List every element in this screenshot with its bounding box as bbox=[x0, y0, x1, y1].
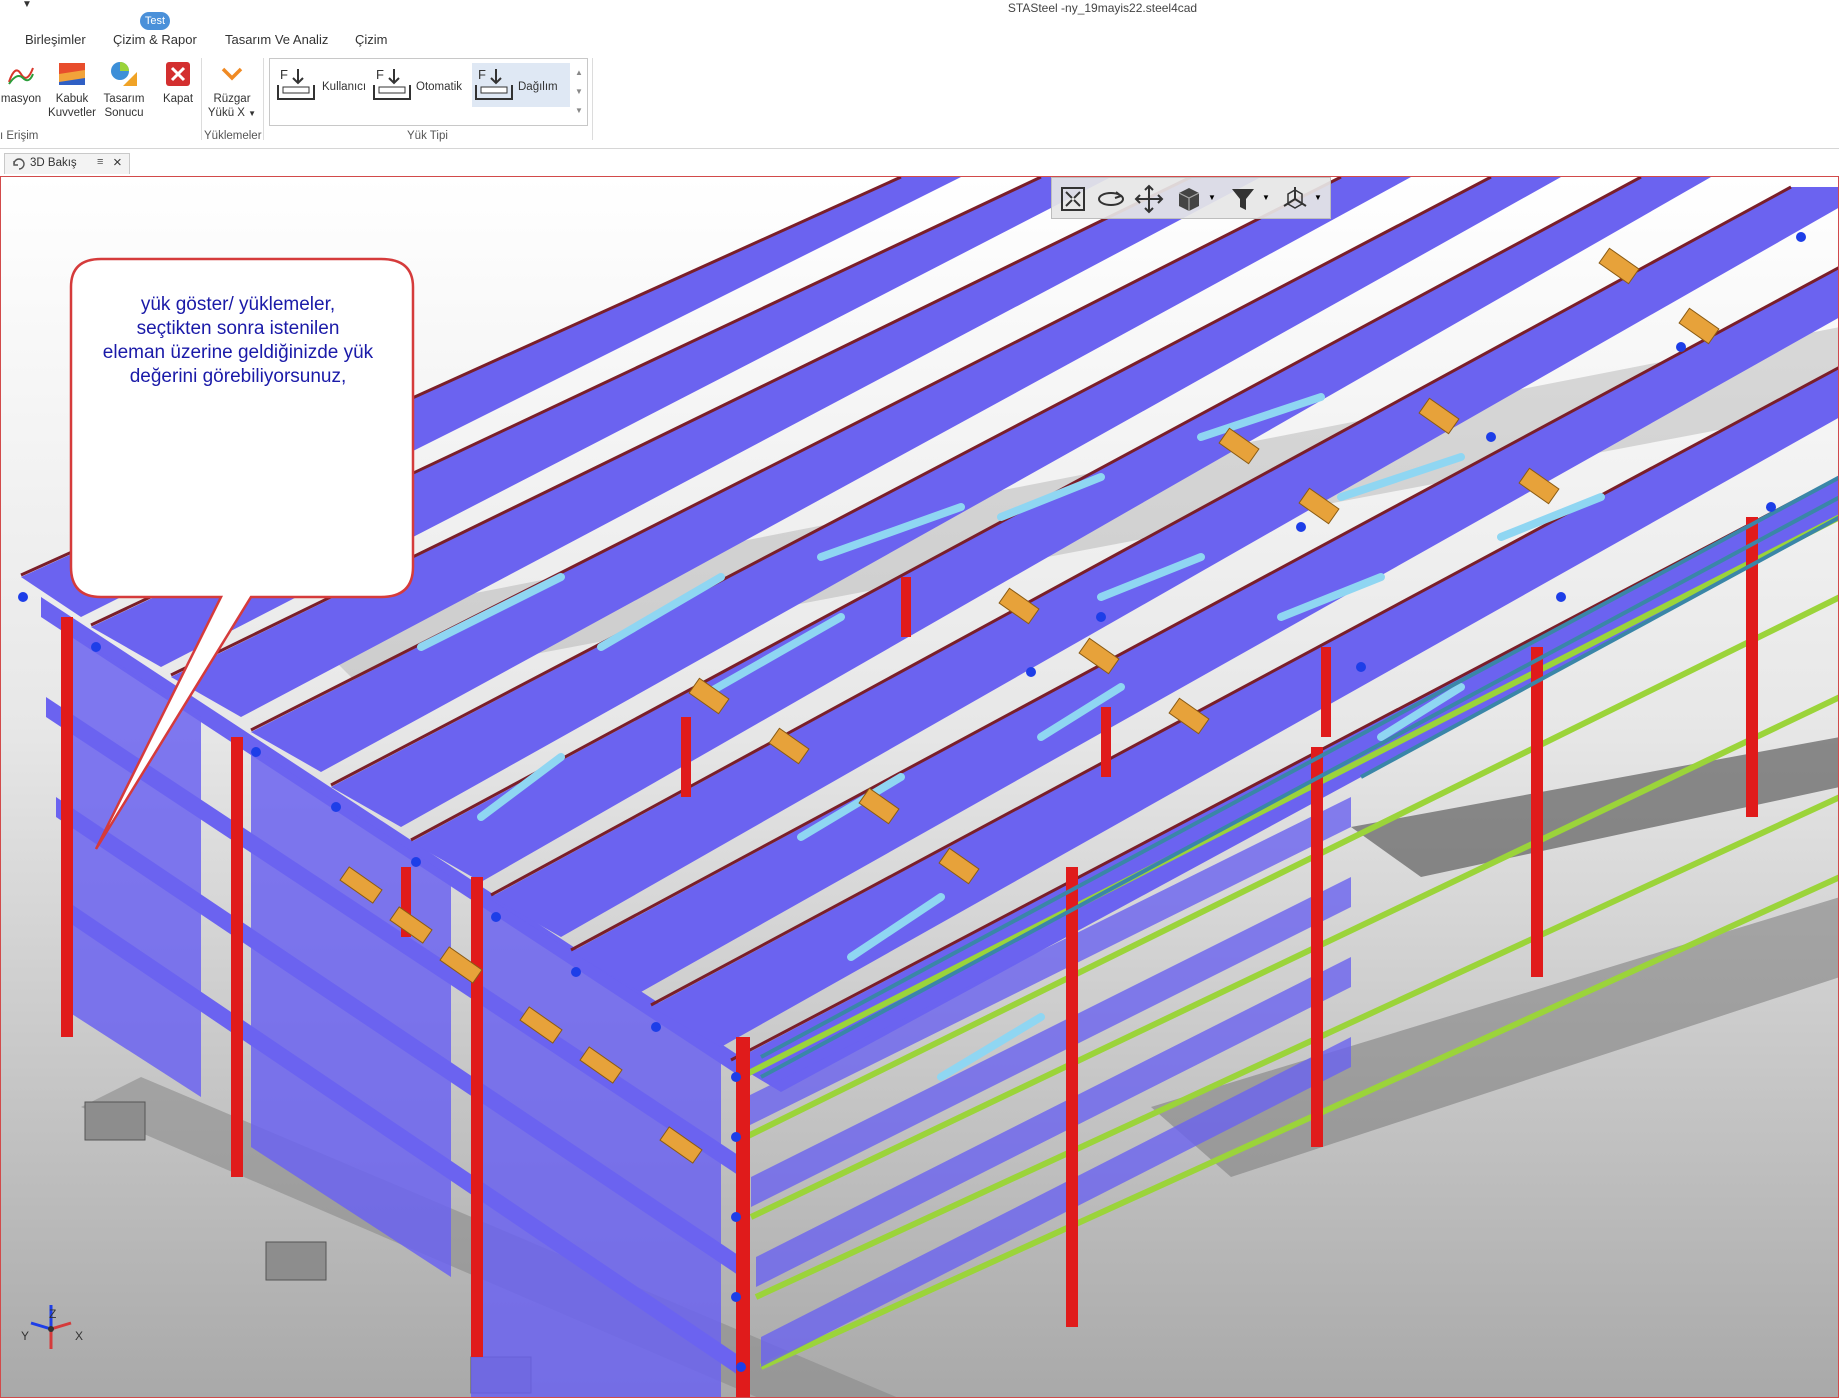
gallery-expand-icon[interactable]: ▼ bbox=[573, 101, 585, 120]
load-type-gallery: F Kullanıcı F Otomatik F Dağılım ▲ ▼ ▼ bbox=[269, 58, 588, 126]
document-tab-strip: 3D Bakış ≡ × bbox=[0, 150, 1839, 175]
tab-3d-bakis[interactable]: 3D Bakış ≡ × bbox=[4, 153, 130, 174]
callout-text: yük göster/ yüklemeler, seçtikten sonra … bbox=[83, 293, 393, 389]
tab-title: 3D Bakış bbox=[30, 157, 77, 169]
chevron-down-icon bbox=[221, 67, 243, 81]
otomatik-label: Otomatik bbox=[416, 81, 463, 93]
svg-text:F: F bbox=[280, 67, 288, 82]
kapat-button[interactable]: Kapat bbox=[158, 60, 198, 106]
view-cube-icon[interactable] bbox=[1174, 184, 1204, 214]
axis-view-icon[interactable] bbox=[1280, 184, 1310, 214]
svg-text:F: F bbox=[478, 67, 486, 82]
kapat-label: Kapat bbox=[162, 93, 194, 105]
dagilim-label: Dağılım bbox=[518, 81, 558, 93]
filter-icon[interactable] bbox=[1228, 184, 1258, 214]
dropdown-arrow-icon[interactable]: ▼ bbox=[1262, 193, 1270, 202]
load-type-dagilim[interactable]: F Dağılım bbox=[472, 63, 570, 107]
axis-z-label: Z bbox=[49, 1307, 57, 1321]
tab-birlesimler[interactable]: Birleşimler bbox=[25, 32, 86, 47]
dropdown-arrow-icon[interactable]: ▼ bbox=[1208, 193, 1216, 202]
kullanici-label: Kullanıcı bbox=[322, 81, 367, 93]
tab-tasarim-ve-analiz[interactable]: Tasarım Ve Analiz bbox=[225, 32, 328, 47]
kabuk-label-2: Kuvvetler bbox=[48, 107, 96, 119]
tasarim-label-2: Sonucu bbox=[104, 107, 144, 119]
ribbon: masyon Kabuk Kuvvetler Tasarım Sonucu Ka… bbox=[0, 52, 1839, 149]
dropdown-arrow-icon: ▼ bbox=[248, 109, 257, 118]
ruzgar-label-2: Yükü X bbox=[207, 107, 245, 119]
design-result-icon bbox=[111, 62, 137, 86]
animation-icon bbox=[8, 67, 34, 85]
load-distribution-icon: F bbox=[475, 67, 513, 100]
3d-view-icon bbox=[13, 158, 25, 170]
ribbon-tab-bar: Birleşimler Çizim & Rapor Tasarım Ve Ana… bbox=[0, 24, 1839, 52]
zoom-extents-icon[interactable] bbox=[1058, 184, 1088, 214]
close-icon[interactable]: × bbox=[113, 154, 122, 171]
ruzgar-yuku-x-button[interactable]: Rüzgar Yükü X ▼ bbox=[204, 60, 260, 121]
close-red-icon bbox=[166, 62, 190, 86]
rotate-icon[interactable] bbox=[1096, 184, 1126, 214]
tab-cizim[interactable]: Çizim bbox=[355, 32, 388, 47]
tasarim-label-1: Tasarım bbox=[103, 93, 145, 105]
test-badge: Test bbox=[140, 12, 170, 30]
tab-cizim-rapor[interactable]: Çizim & Rapor bbox=[113, 32, 197, 47]
load-user-icon: F bbox=[277, 67, 315, 100]
group-label-yuklemeler: Yüklemeler bbox=[204, 130, 262, 142]
3d-viewport[interactable]: yük göster/ yüklemeler, seçtikten sonra … bbox=[0, 176, 1839, 1398]
scroll-up-icon[interactable]: ▲ bbox=[573, 63, 585, 82]
title-bar: ▼ STASteel -ny_19mayis22.steel4cad bbox=[0, 0, 1839, 16]
ruzgar-label-1: Rüzgar bbox=[213, 93, 251, 105]
callout-line-4: değerini görebiliyorsunuz, bbox=[129, 366, 347, 387]
animasyon-label: masyon bbox=[0, 93, 42, 105]
pin-icon[interactable]: ≡ bbox=[97, 156, 103, 168]
group-separator bbox=[201, 58, 202, 140]
kabuk-kuvvetler-button[interactable]: Kabuk Kuvvetler bbox=[46, 60, 98, 120]
scroll-down-icon[interactable]: ▼ bbox=[573, 82, 585, 101]
dropdown-arrow-icon[interactable]: ▼ bbox=[1314, 193, 1322, 202]
shell-forces-icon bbox=[59, 63, 85, 85]
axis-y-label: Y bbox=[21, 1329, 30, 1343]
axis-x-label: X bbox=[75, 1329, 84, 1343]
tasarim-sonucu-button[interactable]: Tasarım Sonucu bbox=[100, 60, 148, 120]
group-separator bbox=[263, 58, 264, 140]
pan-icon[interactable] bbox=[1134, 184, 1164, 214]
group-label-yuk-tipi: Yük Tipi bbox=[407, 130, 448, 142]
kabuk-label-1: Kabuk bbox=[55, 93, 89, 105]
callout-line-2: seçtikten sonra istenilen bbox=[136, 318, 340, 339]
svg-text:F: F bbox=[376, 67, 384, 82]
load-type-otomatik[interactable]: F Otomatik bbox=[370, 63, 470, 107]
animasyon-button[interactable]: masyon bbox=[0, 60, 42, 106]
group-separator bbox=[592, 58, 593, 140]
gallery-scroll[interactable]: ▲ ▼ ▼ bbox=[573, 63, 585, 120]
load-type-kullanici[interactable]: F Kullanıcı bbox=[274, 63, 368, 107]
window-title: STASteel -ny_19mayis22.steel4cad bbox=[1007, 1, 1198, 15]
callout-line-1: yük göster/ yüklemeler, bbox=[140, 294, 336, 315]
view-toolbar: ▼ ▼ ▼ bbox=[1051, 177, 1331, 219]
callout-line-3: eleman üzerine geldiğinizde yük bbox=[102, 342, 374, 363]
load-auto-icon: F bbox=[373, 67, 411, 100]
group-label-hizli-erisim: ı Erişim bbox=[0, 130, 39, 142]
